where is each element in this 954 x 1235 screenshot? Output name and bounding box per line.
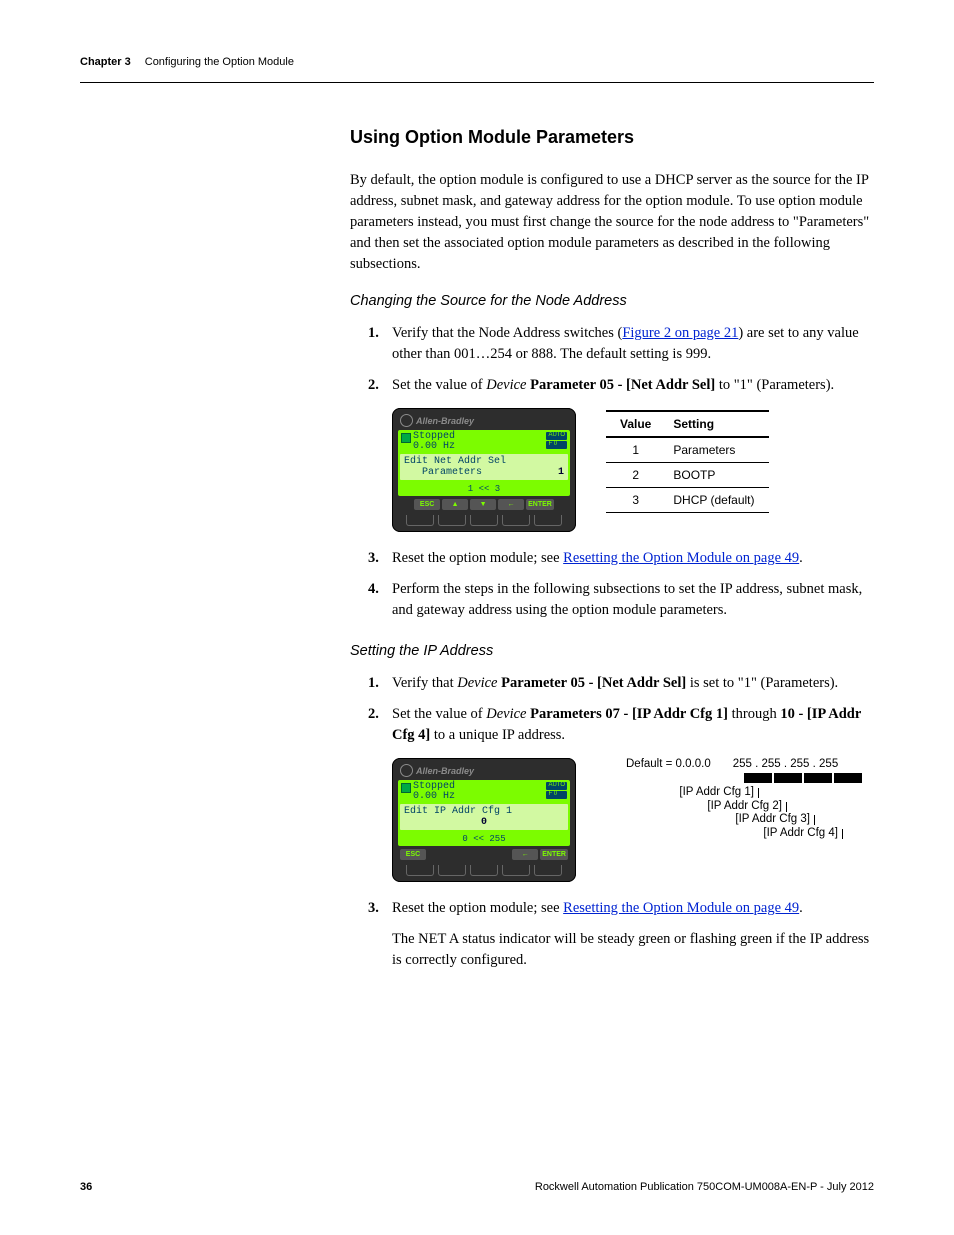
- enter-button[interactable]: ENTER: [540, 849, 568, 860]
- phys-key: [534, 865, 562, 876]
- status-icon: [401, 433, 411, 443]
- brand-logo-icon: [400, 764, 413, 777]
- badge-f0: F 0: [546, 791, 567, 799]
- step-1: Verify that Device Parameter 05 - [Net A…: [368, 673, 874, 694]
- step-3: Reset the option module; see Resetting t…: [368, 548, 874, 569]
- nav-range: 1 << 3: [398, 482, 570, 496]
- ip-cfg-2-label: [IP Addr Cfg 2]: [626, 800, 782, 814]
- him-brand-row: Allen-Bradley: [398, 414, 570, 430]
- him-screen: Stopped 0.00 Hz AUTO F 0 Edit Net Addr S…: [398, 430, 570, 496]
- step-4: Perform the steps in the following subse…: [368, 579, 874, 621]
- page-footer: 36 Rockwell Automation Publication 750CO…: [80, 1181, 874, 1193]
- steps-list-1: Verify that the Node Address switches (F…: [368, 323, 874, 396]
- him-softkeys: ESC ← ENTER: [398, 846, 570, 861]
- him-physical-keys: [398, 861, 570, 878]
- phys-key: [438, 865, 466, 876]
- phys-key: [438, 515, 466, 526]
- up-button[interactable]: ▲: [442, 499, 468, 510]
- ip-address-diagram: Default = 0.0.0.0 255 . 255 . 255 . 255 …: [606, 758, 862, 841]
- reset-module-link-2[interactable]: Resetting the Option Module on page 49: [563, 900, 799, 916]
- badge-auto: AUTO: [546, 782, 567, 790]
- left-button[interactable]: ←: [498, 499, 524, 510]
- phys-key: [406, 865, 434, 876]
- running-header: Chapter 3 Configuring the Option Module: [80, 56, 874, 68]
- brand-logo-icon: [400, 414, 413, 427]
- steps-list-1b: Reset the option module; see Resetting t…: [368, 548, 874, 621]
- left-button[interactable]: ←: [512, 849, 538, 860]
- him-softkeys: ESC ▲ ▼ ← ENTER: [398, 496, 570, 511]
- phys-key: [534, 515, 562, 526]
- badge-auto: AUTO: [546, 432, 567, 440]
- intro-paragraph: By default, the option module is configu…: [350, 170, 874, 275]
- him-physical-keys: [398, 511, 570, 528]
- badge-f0: F 0: [546, 441, 567, 449]
- section-heading: Using Option Module Parameters: [350, 127, 874, 148]
- ip-cfg-3-label: [IP Addr Cfg 3]: [626, 813, 810, 827]
- him-brand-row: Allen-Bradley: [398, 764, 570, 780]
- step-2: Set the value of Device Parameters 07 - …: [368, 704, 874, 746]
- col-value: Value: [606, 411, 665, 437]
- step-3: Reset the option module; see Resetting t…: [368, 898, 874, 971]
- default-label: Default = 0.0.0.0: [626, 758, 711, 772]
- main-content: Using Option Module Parameters By defaul…: [350, 127, 874, 971]
- panel-line-2: Parameters: [404, 467, 482, 478]
- freq-text: 0.00 Hz: [413, 792, 455, 802]
- phys-key: [406, 515, 434, 526]
- nav-range: 0 << 255: [398, 832, 570, 846]
- page: Chapter 3 Configuring the Option Module …: [0, 0, 954, 1235]
- panel-value: 0: [404, 817, 564, 828]
- panel-value: 1: [558, 467, 564, 478]
- enter-button[interactable]: ENTER: [526, 499, 554, 510]
- status-icon: [401, 783, 411, 793]
- step-2: Set the value of Device Parameter 05 - […: [368, 375, 874, 396]
- table-row: 1Parameters: [606, 437, 769, 463]
- table-row: 2BOOTP: [606, 463, 769, 488]
- figure-row-2: Allen-Bradley Stopped 0.00 Hz AUTO: [392, 758, 874, 882]
- col-setting: Setting: [665, 411, 768, 437]
- edit-panel: Edit IP Addr Cfg 1 0: [400, 804, 568, 830]
- publication-id: Rockwell Automation Publication 750COM-U…: [535, 1181, 874, 1193]
- ip-cfg-1-label: [IP Addr Cfg 1]: [626, 786, 754, 800]
- chapter-title: Configuring the Option Module: [145, 56, 294, 68]
- down-button[interactable]: ▼: [470, 499, 496, 510]
- subsection-heading-ip-address: Setting the IP Address: [350, 643, 874, 659]
- him-device-1: Allen-Bradley Stopped 0.00 Hz AUTO: [392, 408, 576, 532]
- freq-text: 0.00 Hz: [413, 442, 455, 452]
- brand-label: Allen-Bradley: [416, 766, 474, 776]
- brand-label: Allen-Bradley: [416, 416, 474, 426]
- phys-key: [502, 865, 530, 876]
- subsection-heading-node-address: Changing the Source for the Node Address: [350, 293, 874, 309]
- edit-panel: Edit Net Addr Sel Parameters 1: [400, 454, 568, 480]
- phys-key: [502, 515, 530, 526]
- page-number: 36: [80, 1181, 92, 1193]
- phys-key: [470, 865, 498, 876]
- chapter-label: Chapter 3: [80, 56, 131, 68]
- step-1: Verify that the Node Address switches (F…: [368, 323, 874, 365]
- esc-button[interactable]: ESC: [400, 849, 426, 860]
- figure-2-link[interactable]: Figure 2 on page 21: [622, 325, 738, 341]
- value-setting-table: Value Setting 1Parameters 2BOOTP 3DHCP (…: [606, 410, 769, 513]
- ip-cfg-4-label: [IP Addr Cfg 4]: [626, 827, 838, 841]
- esc-button[interactable]: ESC: [414, 499, 440, 510]
- panel-line-1: Edit IP Addr Cfg 1: [404, 806, 564, 817]
- steps-list-2: Verify that Device Parameter 05 - [Net A…: [368, 673, 874, 746]
- max-ip-label: 255 . 255 . 255 . 255: [733, 758, 839, 772]
- table-row: 3DHCP (default): [606, 488, 769, 513]
- figure-row-1: Allen-Bradley Stopped 0.00 Hz AUTO: [392, 408, 874, 532]
- steps-list-2b: Reset the option module; see Resetting t…: [368, 898, 874, 971]
- step-3-note: The NET A status indicator will be stead…: [392, 929, 874, 971]
- him-screen: Stopped 0.00 Hz AUTO F 0 Edit IP Addr Cf…: [398, 780, 570, 846]
- header-rule: [80, 82, 874, 83]
- phys-key: [470, 515, 498, 526]
- him-device-2: Allen-Bradley Stopped 0.00 Hz AUTO: [392, 758, 576, 882]
- panel-line-1: Edit Net Addr Sel: [404, 456, 564, 467]
- reset-module-link[interactable]: Resetting the Option Module on page 49: [563, 550, 799, 566]
